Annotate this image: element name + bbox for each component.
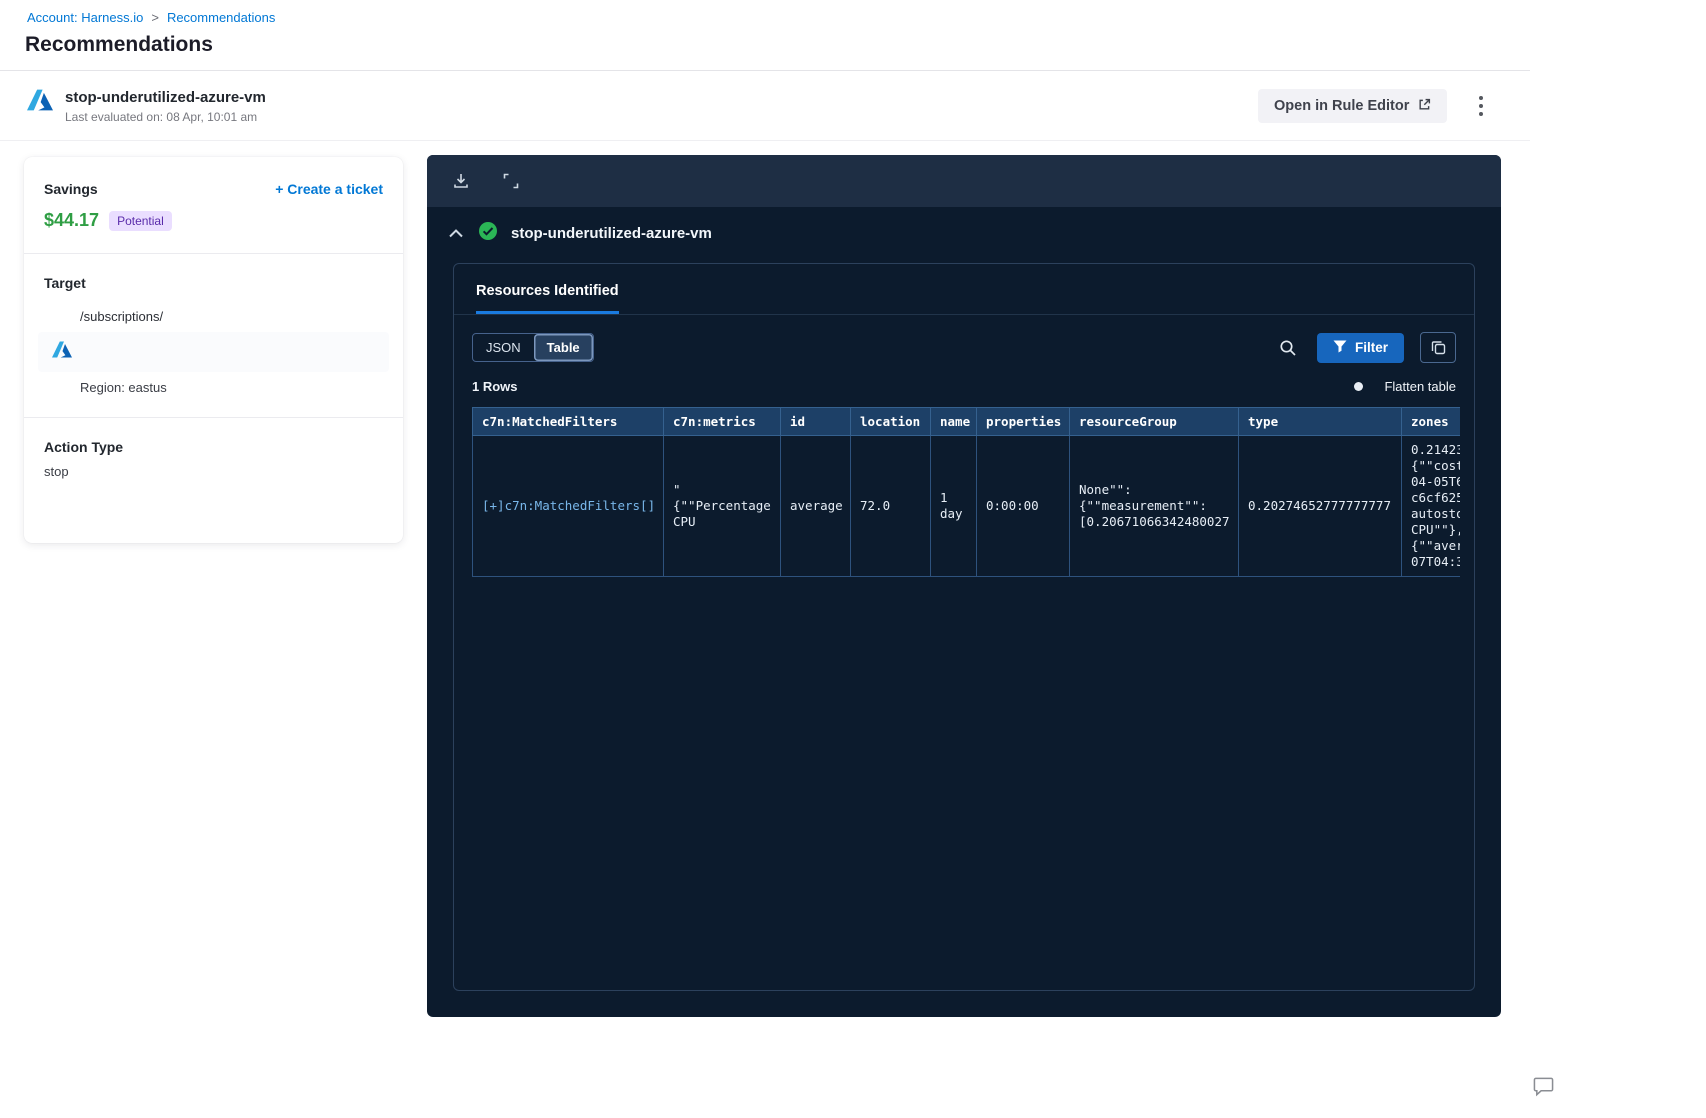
panel-rule-title: stop-underutilized-azure-vm <box>511 225 712 242</box>
savings-potential-badge: Potential <box>109 210 172 231</box>
cell-metrics: " {""Percentage CPU <box>663 435 781 577</box>
cell-id: average <box>780 435 851 577</box>
panel-toolbar <box>427 155 1501 207</box>
resources-table: c7n:MatchedFilters c7n:metrics id locati… <box>472 407 1460 577</box>
view-toggle-json[interactable]: JSON <box>473 334 534 361</box>
cell-location: 72.0 <box>850 435 931 577</box>
search-icon[interactable] <box>1279 339 1297 357</box>
breadcrumb-account-link[interactable]: Account: Harness.io <box>27 10 143 25</box>
savings-label: Savings <box>44 181 98 197</box>
download-icon[interactable] <box>452 172 470 190</box>
cell-properties: 0:00:00 <box>976 435 1070 577</box>
cell-type: 0.20274652777777777 <box>1238 435 1402 577</box>
divider <box>24 417 403 418</box>
copy-icon[interactable] <box>1420 332 1456 363</box>
table-controls: JSON Table Filter <box>472 332 1456 363</box>
kebab-menu-button[interactable] <box>1470 91 1492 121</box>
view-toggle: JSON Table <box>472 333 594 362</box>
resources-identified-container: Resources Identified JSON Table Filter 1… <box>453 263 1475 991</box>
filter-button-label: Filter <box>1354 340 1388 355</box>
tabs-row: Resources Identified <box>454 264 1474 315</box>
flatten-table-label: Flatten table <box>1384 379 1456 394</box>
target-label: Target <box>44 275 86 291</box>
breadcrumb-separator: > <box>151 10 159 25</box>
column-header: c7n:metrics <box>663 407 781 436</box>
recommendation-name: stop-underutilized-azure-vm <box>65 89 266 106</box>
column-header: resourceGroup <box>1069 407 1239 436</box>
open-in-rule-editor-button[interactable]: Open in Rule Editor <box>1258 89 1448 123</box>
recommendation-header: stop-underutilized-azure-vm Last evaluat… <box>0 70 1530 141</box>
table-header-row: c7n:MatchedFilters c7n:metrics id locati… <box>472 407 1460 436</box>
column-header: location <box>850 407 931 436</box>
column-header: name <box>930 407 977 436</box>
create-ticket-link[interactable]: + Create a ticket <box>275 181 383 197</box>
action-type-label: Action Type <box>44 439 124 455</box>
target-path: /subscriptions/ <box>80 309 164 324</box>
savings-card: Savings + Create a ticket $44.17 Potenti… <box>24 157 403 543</box>
cell-name: 1 day <box>930 435 977 577</box>
recommendation-last-evaluated: Last evaluated on: 08 Apr, 10:01 am <box>65 110 258 124</box>
target-resource-item <box>38 332 389 372</box>
collapse-icon[interactable] <box>447 227 465 240</box>
cell-matched-filters-expander[interactable]: [+]c7n:MatchedFilters[] <box>472 435 664 577</box>
tab-resources-identified[interactable]: Resources Identified <box>476 283 619 314</box>
resources-panel: stop-underutilized-azure-vm Resources Id… <box>427 155 1501 1017</box>
azure-icon <box>27 89 53 116</box>
target-region: Region: eastus <box>80 380 167 395</box>
expand-icon[interactable] <box>502 172 520 190</box>
savings-amount: $44.17 <box>44 210 100 230</box>
table-meta-row: 1 Rows Flatten table <box>472 379 1456 394</box>
page-title: Recommendations <box>25 33 213 56</box>
table-row: [+]c7n:MatchedFilters[] " {""Percentage … <box>472 435 1460 577</box>
breadcrumb-recommendations-link[interactable]: Recommendations <box>167 10 275 25</box>
azure-icon <box>52 341 72 362</box>
action-type-value: stop <box>44 464 69 479</box>
external-link-icon <box>1418 98 1431 115</box>
resources-table-wrap: c7n:MatchedFilters c7n:metrics id locati… <box>472 407 1460 577</box>
filter-button[interactable]: Filter <box>1316 332 1404 363</box>
flatten-toggle-icon <box>1354 382 1364 391</box>
column-header: properties <box>976 407 1070 436</box>
divider <box>24 253 403 254</box>
cell-resource-group: None"": {""measurement"": [0.20671066342… <box>1069 435 1239 577</box>
column-header: id <box>780 407 851 436</box>
column-header: c7n:MatchedFilters <box>472 407 664 436</box>
success-icon <box>478 221 498 246</box>
flatten-table-toggle[interactable]: Flatten table <box>1354 379 1456 394</box>
filter-icon <box>1333 340 1347 356</box>
recommendation-identity: stop-underutilized-azure-vm Last evaluat… <box>27 89 266 124</box>
breadcrumb: Account: Harness.io > Recommendations <box>27 10 275 25</box>
cell-zones: 0.21423 {""cost 04-05T6 c6cf625 autosto … <box>1401 435 1460 577</box>
open-in-rule-editor-label: Open in Rule Editor <box>1274 98 1410 114</box>
help-icon[interactable] <box>1532 1076 1555 1102</box>
column-header: type <box>1238 407 1402 436</box>
rows-count: 1 Rows <box>472 379 518 394</box>
column-header: zones <box>1401 407 1460 436</box>
view-toggle-table[interactable]: Table <box>533 334 593 361</box>
